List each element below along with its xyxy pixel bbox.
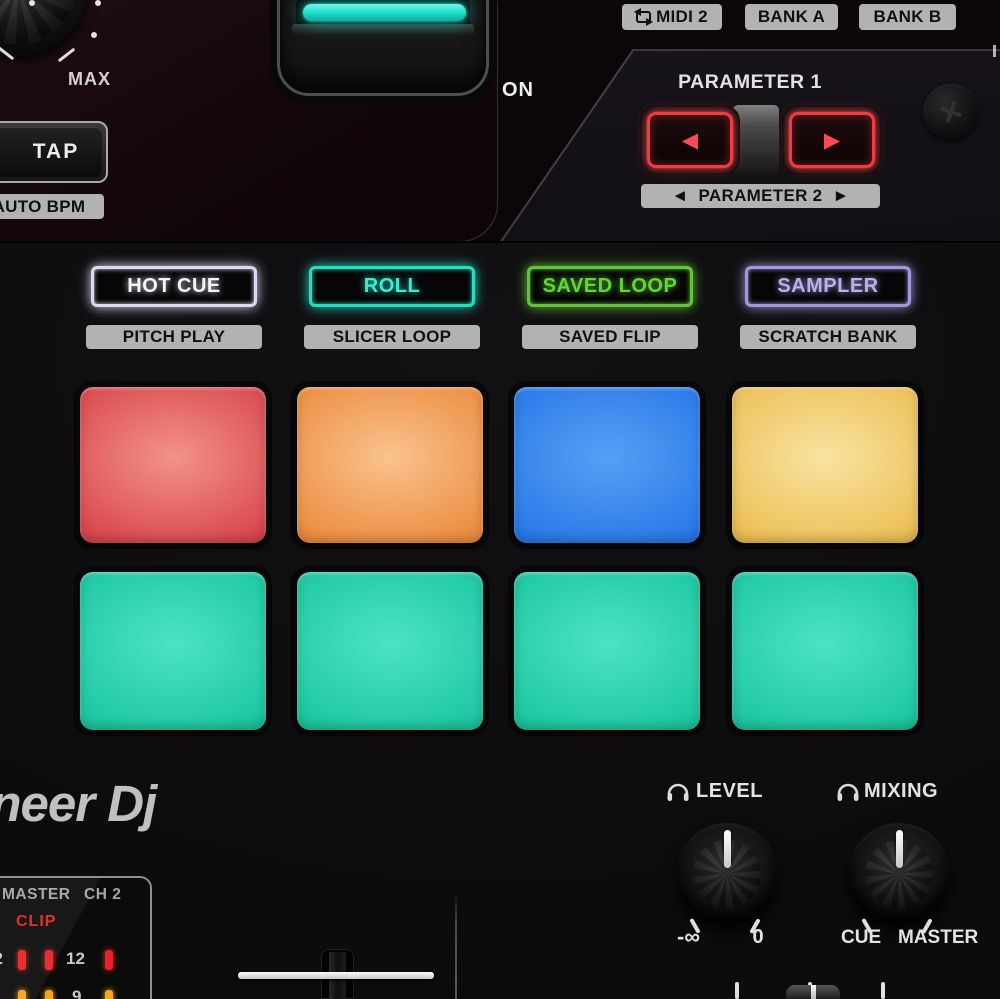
bottom-knob-pointer xyxy=(811,985,816,999)
pad-yellow[interactable] xyxy=(732,387,918,543)
slicer-loop-label: SLICER LOOP xyxy=(304,325,480,349)
knob-pointer xyxy=(896,830,903,868)
meter-clip-label: CLIP xyxy=(16,913,56,931)
roll-mode-button[interactable]: ROLL xyxy=(303,261,481,312)
paddle-groove xyxy=(292,24,474,36)
knob-scale-dot xyxy=(91,32,97,38)
bottom-knob-tick xyxy=(735,982,739,999)
pad-well xyxy=(74,566,272,736)
screw-icon xyxy=(923,84,979,140)
pad-well xyxy=(508,381,706,549)
pad-well xyxy=(726,566,924,736)
meter-scale-9: 9 xyxy=(72,987,81,999)
parameter2-left-arrow-icon: ◄ xyxy=(671,186,688,206)
on-label: ON xyxy=(502,79,534,102)
meter-led-orange xyxy=(105,990,113,999)
dj-mixer-panel: MAX TAP AUTO BPM ON MIDI 2 BANK A BANK B… xyxy=(0,0,1000,999)
channel-fader-handle[interactable] xyxy=(238,972,434,979)
meter-scale-12-left: 12 xyxy=(0,949,3,969)
bottom-knob-tick xyxy=(881,982,885,999)
scratch-bank-label: SCRATCH BANK xyxy=(740,325,916,349)
sampler-label: SAMPLER xyxy=(777,275,878,298)
saved-loop-mode-button[interactable]: SAVED LOOP xyxy=(521,261,699,312)
meter-scale-12: 12 xyxy=(66,949,85,969)
pad-green-1[interactable] xyxy=(80,572,266,730)
parameter-right-button[interactable]: ▶ xyxy=(784,107,880,173)
meter-led-red xyxy=(105,950,113,970)
mixing-cue-label: CUE xyxy=(841,927,881,949)
parameter2-badge: ◄ PARAMETER 2 ► xyxy=(641,184,880,208)
knob-scale-dot xyxy=(29,0,35,6)
parameter-left-button[interactable]: ◀ xyxy=(642,107,738,173)
headphones-icon xyxy=(836,781,860,803)
meter-led-red xyxy=(18,950,26,970)
headphone-level-knob[interactable] xyxy=(676,823,778,925)
meter-led-orange xyxy=(45,990,53,999)
parameter2-label: PARAMETER 2 xyxy=(699,186,823,206)
fx-paddle-lever[interactable] xyxy=(277,0,489,96)
midi-badge-label: MIDI 2 xyxy=(656,7,708,27)
mixing-label: MIXING xyxy=(864,780,938,803)
pad-green-2[interactable] xyxy=(297,572,483,730)
pad-well xyxy=(74,381,272,549)
pad-orange[interactable] xyxy=(297,387,483,543)
pad-blue[interactable] xyxy=(514,387,700,543)
sampler-mode-button[interactable]: SAMPLER xyxy=(739,261,917,312)
left-arrow-icon: ◀ xyxy=(682,128,698,153)
parameter1-label: PARAMETER 1 xyxy=(640,71,860,94)
pioneer-dj-logo: Pioneer Dj xyxy=(0,774,156,833)
paddle-light-bar xyxy=(303,4,466,21)
pad-well xyxy=(291,381,489,549)
hot-cue-label: HOT CUE xyxy=(127,275,221,298)
midi-loop-icon xyxy=(636,11,651,23)
pitch-play-label: PITCH PLAY xyxy=(86,325,262,349)
knob-pointer xyxy=(724,830,731,868)
auto-bpm-label: AUTO BPM xyxy=(0,194,104,219)
max-label: MAX xyxy=(68,69,111,90)
meter-header-ch2: CH 2 xyxy=(84,886,121,904)
panel-edge-highlight xyxy=(632,49,1000,51)
bank-b-badge: BANK B xyxy=(859,4,956,30)
level-label: LEVEL xyxy=(696,780,763,803)
knob-scale-dot xyxy=(95,0,101,6)
parameter-hinge-strip xyxy=(733,105,779,175)
tap-button-label: TAP xyxy=(0,127,102,177)
pad-well xyxy=(726,381,924,549)
right-arrow-icon: ▶ xyxy=(824,128,840,153)
bank-a-badge: BANK A xyxy=(745,4,838,30)
pad-red[interactable] xyxy=(80,387,266,543)
panel-divider xyxy=(0,241,1000,243)
mixing-master-label: MASTER xyxy=(898,927,978,949)
level-meter: MASTER CH 2 CLIP 12 12 9 xyxy=(0,876,152,999)
headphones-icon xyxy=(666,781,690,803)
meter-led-orange xyxy=(18,990,26,999)
pad-well xyxy=(508,566,706,736)
level-min-label: -∞ xyxy=(650,924,700,950)
tap-button[interactable]: TAP xyxy=(0,121,108,183)
saved-flip-label: SAVED FLIP xyxy=(522,325,698,349)
headphone-mixing-knob[interactable] xyxy=(848,823,950,925)
parameter2-right-arrow-icon: ► xyxy=(832,186,849,206)
channel-divider-line xyxy=(455,893,457,999)
roll-label: ROLL xyxy=(364,275,420,298)
hot-cue-mode-button[interactable]: HOT CUE xyxy=(85,261,263,312)
panel-seam-highlight xyxy=(993,45,996,57)
midi-badge: MIDI 2 xyxy=(622,4,722,30)
saved-loop-label: SAVED LOOP xyxy=(543,275,678,298)
meter-led-red xyxy=(45,950,53,970)
pad-green-4[interactable] xyxy=(732,572,918,730)
level-max-label: 0 xyxy=(748,926,768,949)
pad-green-3[interactable] xyxy=(514,572,700,730)
pad-well xyxy=(291,566,489,736)
meter-header-master: MASTER xyxy=(2,886,70,904)
